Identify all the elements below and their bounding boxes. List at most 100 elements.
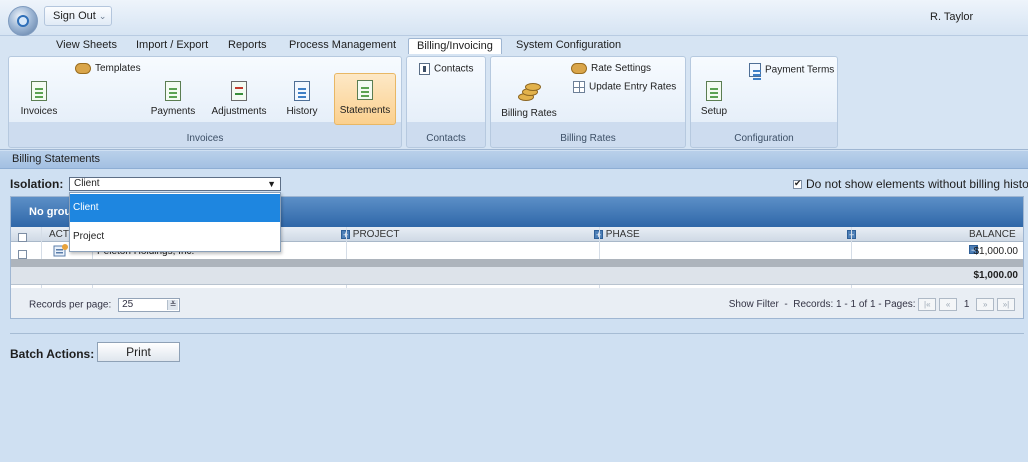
- isolation-dropdown-list: Client Project: [69, 192, 281, 252]
- column-project-label: PROJECT: [352, 229, 400, 240]
- next-page-button[interactable]: »: [976, 298, 995, 311]
- isolation-selected-value: Client: [74, 178, 100, 189]
- app-logo-icon: [17, 15, 29, 27]
- billing-rates-label: Billing Rates: [501, 108, 557, 119]
- isolation-option-project[interactable]: Project: [70, 223, 280, 251]
- payment-terms-icon: [749, 63, 761, 77]
- row-action-icon[interactable]: [51, 243, 69, 260]
- adjustments-label: Adjustments: [211, 106, 267, 117]
- total-balance: $1,000.00: [973, 270, 1019, 281]
- column-project[interactable]: PROJECT: [341, 227, 400, 243]
- coins-icon: [516, 81, 542, 103]
- column-balance[interactable]: BALANCE: [969, 227, 1023, 258]
- batch-actions-label: Batch Actions:: [10, 347, 95, 361]
- records-per-page: Records per page: 25 ≚: [29, 298, 181, 312]
- column-phase[interactable]: PHASE: [594, 227, 640, 243]
- setup-label: Setup: [700, 106, 728, 117]
- current-page[interactable]: 1: [960, 299, 974, 310]
- update-entry-rates-icon: [573, 81, 585, 93]
- records-per-page-label: Records per page:: [29, 299, 112, 311]
- invoices-button[interactable]: Invoices: [19, 81, 59, 117]
- pager: Records per page: 25 ≚ Show Filter - Reco…: [11, 288, 1023, 318]
- configuration-group-label: Configuration: [734, 133, 794, 144]
- contacts-button[interactable]: Contacts: [419, 63, 473, 76]
- ribbon-tabs: View Sheets Import / Export Reports Proc…: [0, 36, 1028, 56]
- isolation-option-client[interactable]: Client: [70, 194, 280, 222]
- adjustments-button[interactable]: Adjustments: [208, 81, 270, 117]
- payment-terms-button[interactable]: Payment Terms: [749, 63, 834, 77]
- setup-icon: [706, 81, 722, 101]
- show-filter-link[interactable]: Show Filter: [729, 299, 779, 310]
- tab-import-export[interactable]: Import / Export: [128, 38, 216, 54]
- select-all-checkbox[interactable]: [18, 232, 27, 242]
- tab-process-management[interactable]: Process Management: [281, 38, 404, 54]
- invoices-group: Templates Invoices Payments Adjustments …: [8, 56, 402, 148]
- records-summary: Records: 1 - 1 of 1 - Pages:: [793, 299, 916, 311]
- tab-view-sheets[interactable]: View Sheets: [48, 38, 125, 54]
- contacts-group: Contacts Contacts: [406, 56, 486, 148]
- chevron-down-icon: ⌄: [98, 11, 107, 21]
- pager-sep: -: [784, 299, 788, 311]
- setup-button[interactable]: Setup: [697, 81, 731, 117]
- print-button[interactable]: Print: [97, 342, 180, 362]
- sign-out-label: Sign Out: [53, 10, 96, 22]
- hide-empty-checkbox-line[interactable]: Do not show elements without billing his…: [793, 177, 1028, 191]
- title-bar: Sign Out ⌄ R. Taylor: [0, 0, 1028, 36]
- page-title: Billing Statements: [0, 151, 1028, 169]
- templates-label: Templates: [95, 63, 141, 75]
- rate-settings-icon: [571, 63, 587, 74]
- templates-button[interactable]: Templates: [75, 63, 141, 75]
- divider: [10, 333, 1024, 334]
- history-label: History: [286, 106, 318, 117]
- statements-label: Statements: [339, 105, 391, 116]
- templates-icon: [75, 63, 91, 74]
- chevron-down-icon: ≚: [167, 300, 179, 310]
- column-actions[interactable]: ACT: [49, 227, 69, 242]
- rate-settings-label: Rate Settings: [591, 63, 652, 75]
- isolation-select[interactable]: Client ▼: [69, 177, 281, 191]
- records-per-page-value: 25: [122, 299, 134, 310]
- billing-rates-group-label: Billing Rates: [560, 133, 616, 144]
- invoices-icon: [31, 81, 47, 101]
- history-icon: [294, 81, 310, 101]
- payments-label: Payments: [150, 106, 196, 117]
- history-button[interactable]: History: [281, 81, 323, 117]
- total-row: $1,000.00: [11, 267, 1023, 285]
- invoices-label: Invoices: [20, 106, 58, 117]
- payments-button[interactable]: Payments: [147, 81, 199, 117]
- hide-empty-label: Do not show elements without billing his…: [806, 177, 1028, 191]
- pager-controls: Show Filter - Records: 1 - 1 of 1 - Page…: [729, 298, 1015, 311]
- billing-rates-group: Rate Settings Update Entry Rates Billing…: [490, 56, 686, 148]
- prev-page-button[interactable]: «: [939, 298, 958, 311]
- statements-button[interactable]: Statements: [334, 73, 396, 125]
- update-entry-rates-label: Update Entry Rates: [589, 81, 677, 93]
- configuration-group: Payment Terms Setup Configuration: [690, 56, 838, 148]
- last-page-button[interactable]: »|: [997, 298, 1015, 311]
- row-checkbox[interactable]: [18, 249, 27, 259]
- column-balance-label: BALANCE: [969, 229, 1016, 240]
- app-orb-button[interactable]: [8, 6, 38, 36]
- update-entry-rates-button[interactable]: Update Entry Rates: [573, 81, 676, 94]
- first-page-button[interactable]: |«: [918, 298, 937, 311]
- dropdown-arrow-icon: ▼: [267, 179, 276, 189]
- payments-icon: [165, 81, 181, 101]
- payment-terms-label: Payment Terms: [765, 64, 835, 76]
- contacts-label: Contacts: [434, 63, 474, 75]
- row-balance: $1,000.00: [973, 246, 1019, 257]
- ribbon: Templates Invoices Payments Adjustments …: [0, 54, 1028, 150]
- column-phase-label: PHASE: [605, 229, 640, 240]
- sign-out-button[interactable]: Sign Out ⌄: [44, 6, 112, 26]
- contacts-group-label: Contacts: [426, 133, 466, 144]
- group-total-bar: [11, 259, 1023, 267]
- tab-system-configuration[interactable]: System Configuration: [508, 38, 629, 54]
- tab-reports[interactable]: Reports: [220, 38, 275, 54]
- records-per-page-select[interactable]: 25 ≚: [118, 298, 181, 312]
- hide-empty-checkbox[interactable]: [793, 178, 802, 190]
- contacts-icon: [419, 63, 430, 75]
- user-name: R. Taylor: [930, 11, 974, 23]
- invoices-group-label: Invoices: [186, 133, 224, 144]
- adjustments-icon: [231, 81, 247, 101]
- billing-rates-button[interactable]: Billing Rates: [501, 81, 557, 119]
- rate-settings-button[interactable]: Rate Settings: [571, 63, 651, 75]
- isolation-label: Isolation:: [10, 177, 64, 191]
